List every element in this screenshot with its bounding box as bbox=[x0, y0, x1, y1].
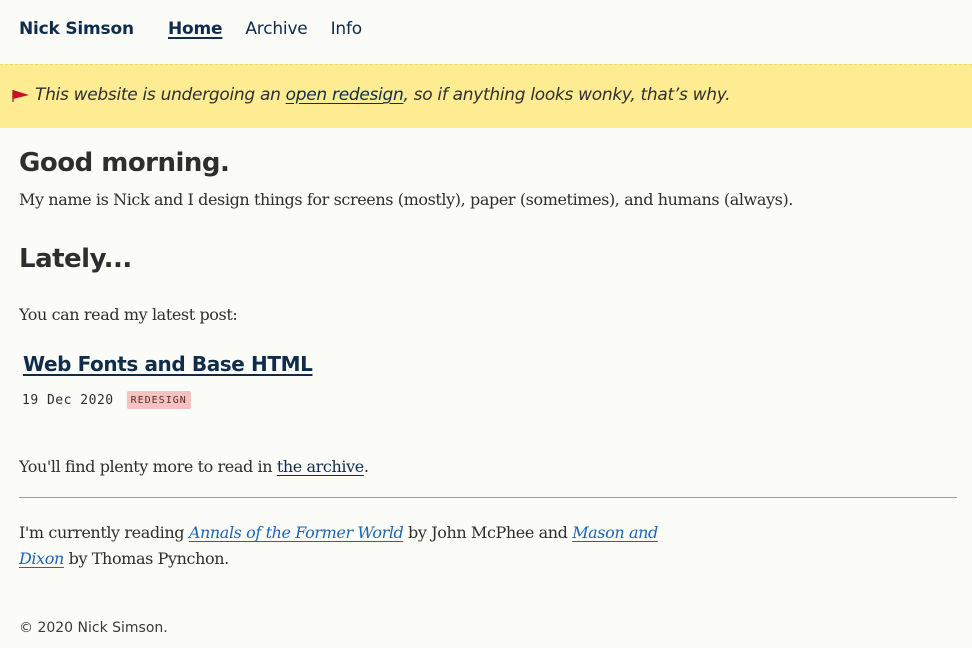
latest-post-title-link[interactable]: Web Fonts and Base HTML bbox=[23, 352, 313, 376]
banner-text-before: This website is undergoing an bbox=[35, 85, 281, 105]
banner-message: This website is undergoing an open redes… bbox=[10, 84, 731, 106]
reading-text-before: I'm currently reading bbox=[19, 523, 189, 542]
reading-text-after: by Thomas Pynchon. bbox=[63, 549, 230, 568]
post-date: 19 Dec 2020 bbox=[22, 392, 114, 408]
archive-line: You'll find plenty more to read in the a… bbox=[19, 457, 369, 476]
book-link-annals[interactable]: Annals of the Former World bbox=[189, 523, 404, 542]
flag-icon bbox=[10, 84, 32, 106]
archive-text-before: You'll find plenty more to read in bbox=[19, 457, 277, 476]
section-divider bbox=[19, 497, 957, 498]
latest-post-lead: You can read my latest post: bbox=[19, 305, 238, 324]
open-redesign-link[interactable]: open redesign bbox=[286, 85, 404, 105]
nav-item-home[interactable]: Home bbox=[168, 19, 223, 39]
copyright-text: © 2020 Nick Simson. bbox=[19, 620, 168, 636]
site-footer: © 2020 Nick Simson. bbox=[19, 620, 168, 636]
currently-reading: I'm currently reading Annals of the Form… bbox=[19, 520, 689, 572]
post-meta: 19 Dec 2020 REDESIGN bbox=[22, 391, 191, 409]
banner-text-after: , so if anything looks wonky, that’s why… bbox=[403, 85, 731, 105]
site-name-link[interactable]: Nick Simson bbox=[19, 19, 134, 39]
archive-text-after: . bbox=[363, 457, 369, 476]
greeting-heading: Good morning. bbox=[19, 148, 230, 178]
lately-heading: Lately... bbox=[19, 244, 132, 274]
reading-text-middle: by John McPhee and bbox=[403, 523, 573, 542]
nav-item-archive[interactable]: Archive bbox=[245, 19, 307, 39]
site-header: Nick Simson Home Archive Info bbox=[0, 0, 972, 64]
nav-item-info[interactable]: Info bbox=[331, 19, 363, 39]
intro-text: My name is Nick and I design things for … bbox=[19, 190, 793, 209]
archive-link[interactable]: the archive bbox=[277, 457, 364, 476]
redesign-banner: This website is undergoing an open redes… bbox=[0, 64, 972, 128]
main-nav: Home Archive Info bbox=[168, 19, 362, 39]
post-tag-badge[interactable]: REDESIGN bbox=[126, 391, 191, 409]
